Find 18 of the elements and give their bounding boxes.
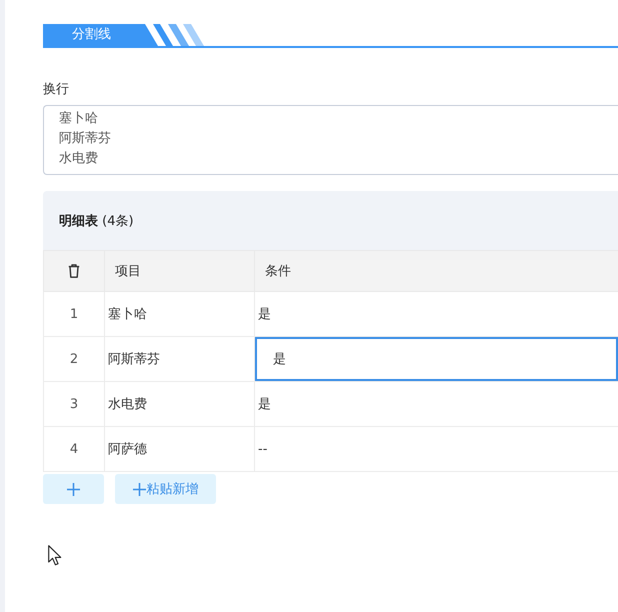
table-cell: 阿萨德 <box>104 426 254 472</box>
row-number: 2 <box>44 336 104 382</box>
cell-input[interactable]: 是 <box>254 336 618 382</box>
field-label: 换行 <box>43 82 69 98</box>
row-number: 4 <box>44 426 104 472</box>
row-number: 3 <box>44 382 104 426</box>
column-header: 条件 <box>254 250 618 292</box>
plus-icon <box>132 482 146 496</box>
trash-icon[interactable] <box>68 264 80 278</box>
table-title: 明细表 (4条) <box>59 212 134 230</box>
column-header: 项目 <box>104 250 254 292</box>
textarea-field[interactable]: 塞卜哈 阿斯蒂芬 水电费 <box>43 105 618 175</box>
table-cell: 水电费 <box>104 382 254 426</box>
cursor-icon <box>48 545 62 566</box>
table-cell: 塞卜哈 <box>104 292 254 336</box>
plus-icon <box>67 482 80 496</box>
table-cell: 阿斯蒂芬 <box>104 336 254 382</box>
row-number: 1 <box>44 292 104 336</box>
